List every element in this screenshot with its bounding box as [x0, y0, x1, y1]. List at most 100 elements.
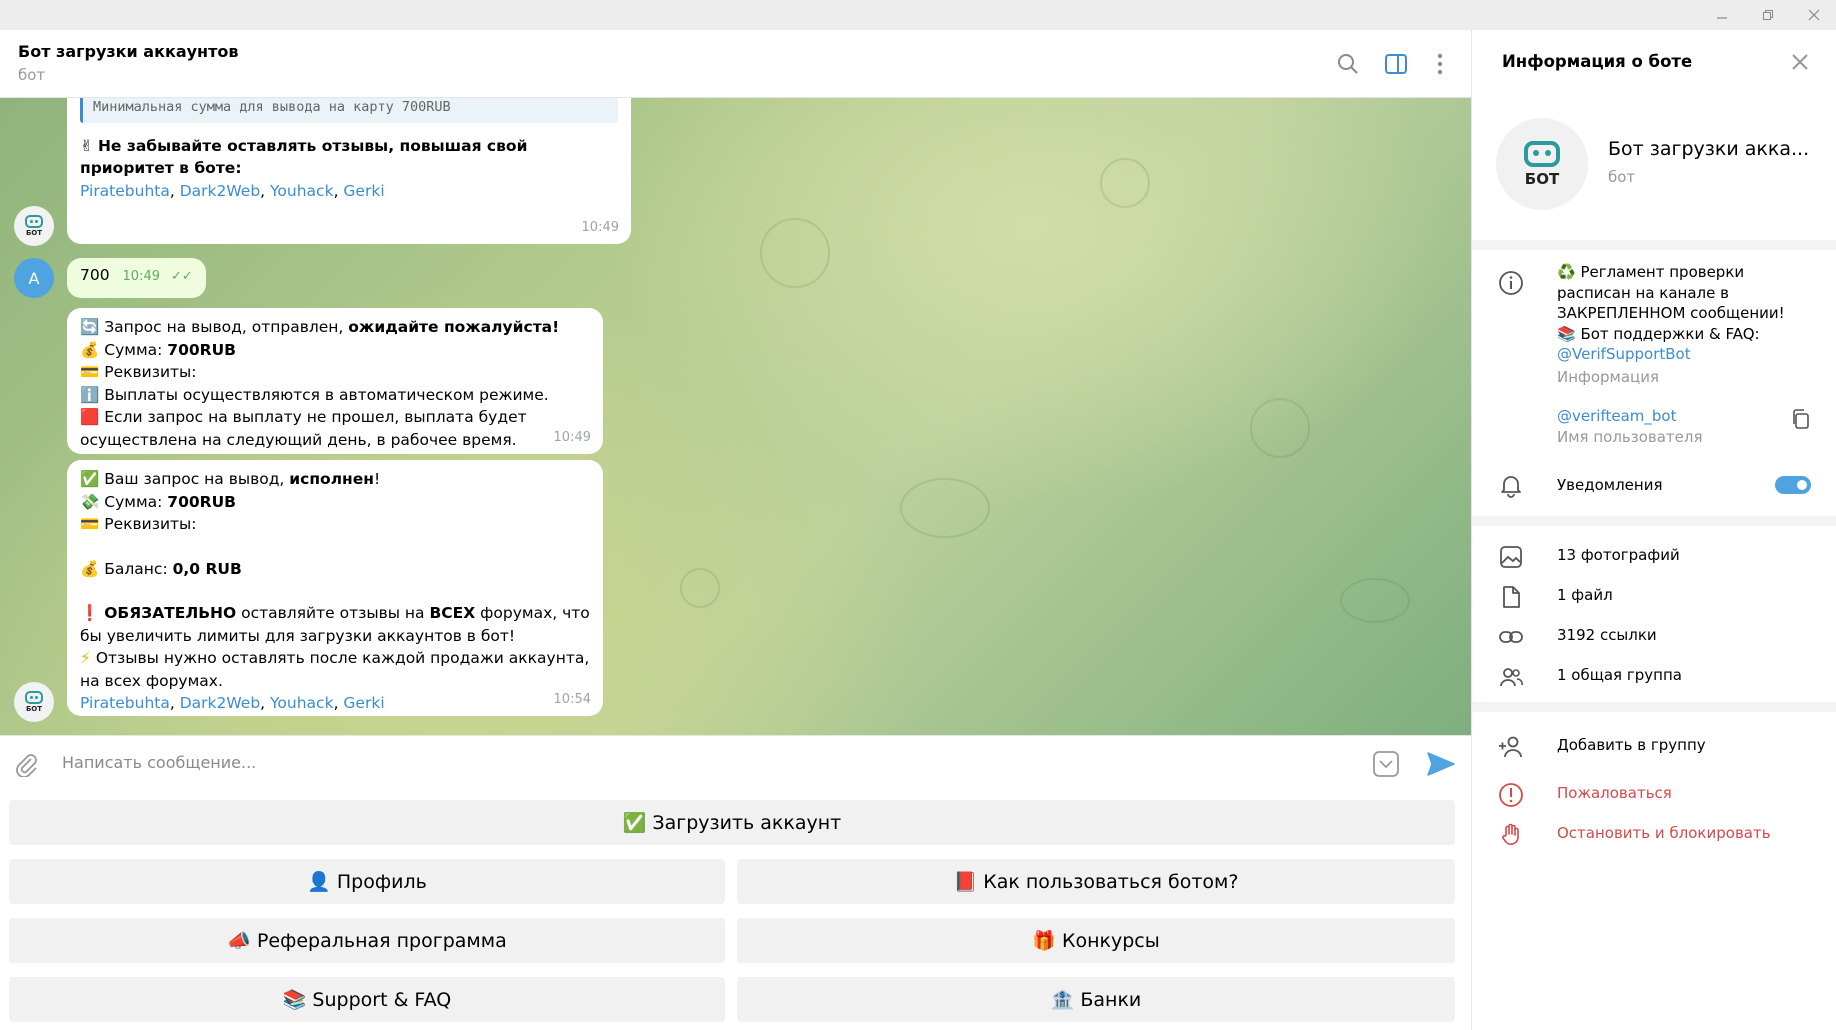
check-mark-icon: ✅: [80, 470, 100, 488]
outgoing-message-bubble[interactable]: 700 10:49 ✓✓: [67, 258, 206, 298]
text: Сумма:: [104, 492, 163, 511]
link-youhack[interactable]: Youhack: [270, 182, 334, 200]
background-doodle: [900, 478, 990, 538]
message-line: ℹ️ Выплаты осуществляются в автоматическ…: [80, 384, 590, 407]
emoji: ✌: [80, 136, 93, 155]
message-line: 💰 Баланс: 0,0 RUB: [80, 558, 590, 581]
bold-text: 700RUB: [167, 340, 236, 359]
avatar-letter: A: [28, 268, 40, 288]
button-label: Реферальная программа: [256, 929, 507, 952]
message-line: ❗ ОБЯЗАТЕЛЬНО оставляйте отзывы на ВСЕХ …: [80, 602, 590, 647]
link-gerki[interactable]: Gerki: [343, 694, 384, 712]
more-menu-icon[interactable]: [1426, 50, 1454, 78]
message-line: ⚡ Отзывы нужно оставлять после каждой пр…: [80, 647, 590, 692]
link-youhack[interactable]: Youhack: [270, 694, 334, 712]
links-count[interactable]: 3192 ссылки: [1557, 625, 1657, 646]
notifications-label: Уведомления: [1557, 476, 1663, 494]
chat-area[interactable]: Минимальная сумма для вывода на карту 70…: [0, 98, 1471, 735]
background-doodle: [680, 568, 720, 608]
message-quote: Минимальная сумма для вывода на карту 70…: [80, 98, 618, 123]
notifications-toggle[interactable]: [1775, 476, 1811, 494]
link-piratebuhta[interactable]: Piratebuhta: [80, 182, 170, 200]
link-piratebuhta[interactable]: Piratebuhta: [80, 694, 170, 712]
divider: [1472, 240, 1836, 250]
report-icon: [1498, 782, 1524, 808]
bot-keyboard-icon[interactable]: [1372, 750, 1400, 782]
message-bubble[interactable]: 🔄 Запрос на вывод, отправлен, ожидайте п…: [67, 308, 603, 454]
link-dark2web[interactable]: Dark2Web: [180, 182, 260, 200]
bot-info-panel: Информация о боте БОТ Бот загрузки акка.…: [1471, 30, 1836, 1030]
bot-name: Бот загрузки акка...: [1608, 138, 1810, 160]
restore-icon: [1763, 10, 1773, 20]
avatar-label: БОТ: [25, 229, 43, 237]
message-line: 🔄 Запрос на вывод, отправлен, ожидайте п…: [80, 316, 590, 339]
restore-button[interactable]: [1746, 0, 1790, 30]
text: Отзывы нужно оставлять после каждой прод…: [80, 649, 590, 690]
contests-button[interactable]: 🎁 Конкурсы: [737, 918, 1455, 963]
bot-description: ♻️ Регламент проверки расписан на канале…: [1557, 262, 1785, 365]
groups-count[interactable]: 1 общая группа: [1557, 665, 1682, 686]
forum-links: Piratebuhta, Dark2Web, Youhack, Gerki: [80, 694, 385, 712]
user-avatar[interactable]: A: [14, 258, 54, 298]
send-icon[interactable]: [1426, 750, 1456, 782]
search-icon[interactable]: [1334, 50, 1362, 78]
bot-profile-avatar[interactable]: БОТ: [1496, 118, 1588, 210]
button-label: Как пользоваться ботом?: [983, 870, 1239, 893]
support-faq-button[interactable]: 📚 Support & FAQ: [9, 977, 725, 1022]
lightning-icon: ⚡: [80, 649, 91, 667]
how-to-use-button[interactable]: 📕 Как пользоваться ботом?: [737, 859, 1455, 904]
message-bubble[interactable]: ✅ Ваш запрос на вывод, исполнен! 💸 Сумма…: [67, 460, 603, 716]
close-panel-icon[interactable]: [1786, 48, 1814, 76]
referral-button[interactable]: 📣 Реферальная программа: [9, 918, 725, 963]
bold-text: исполнен: [289, 470, 374, 488]
report-button[interactable]: Пожаловаться: [1557, 783, 1672, 804]
copy-icon[interactable]: [1790, 408, 1812, 434]
avatar-label: БОТ: [25, 705, 43, 713]
upload-account-button[interactable]: ✅ Загрузить аккаунт: [9, 800, 1455, 845]
sidebar-toggle-icon[interactable]: [1382, 50, 1410, 78]
photos-count[interactable]: 13 фотографий: [1557, 545, 1680, 566]
bold-text: 0,0 RUB: [172, 559, 242, 578]
text: Выплаты осуществляются в автоматическом …: [104, 385, 549, 404]
link-icon: [1498, 624, 1524, 650]
bot-keyboard: ✅ Загрузить аккаунт 👤 Профиль 📕 Как пользов…: [0, 791, 1471, 1030]
money-bag-icon: 💰: [80, 340, 100, 359]
window-titlebar: [0, 0, 1836, 30]
message-bubble[interactable]: Минимальная сумма для вывода на карту 70…: [67, 98, 631, 244]
close-window-button[interactable]: [1792, 0, 1836, 30]
files-count[interactable]: 1 файл: [1557, 585, 1613, 606]
bot-avatar[interactable]: БОТ: [14, 682, 54, 722]
text: оставляйте отзывы на: [241, 604, 425, 622]
block-button[interactable]: Остановить и блокировать: [1557, 823, 1771, 844]
button-label: Банки: [1080, 988, 1142, 1011]
chat-header[interactable]: Бот загрузки аккаунтов бот: [0, 30, 1471, 98]
robot-icon: [25, 215, 43, 228]
background-doodle: [760, 218, 830, 288]
card-icon: 💳: [80, 515, 100, 533]
button-label: Загрузить аккаунт: [652, 811, 842, 834]
text: Баланс:: [104, 559, 168, 578]
message-input[interactable]: Написать сообщение...: [62, 753, 256, 772]
banks-button[interactable]: 🏦 Банки: [737, 977, 1455, 1022]
link-gerki[interactable]: Gerki: [343, 182, 384, 200]
refresh-icon: 🔄: [80, 318, 100, 336]
bot-avatar[interactable]: БОТ: [14, 206, 54, 246]
chat-subtitle: бот: [18, 66, 46, 84]
support-bot-link[interactable]: @VerifSupportBot: [1557, 344, 1785, 365]
message-line: 💸 Сумма: 700RUB: [80, 491, 590, 514]
add-to-group-button[interactable]: Добавить в группу: [1557, 735, 1706, 756]
username-link[interactable]: @verifteam_bot: [1557, 406, 1676, 427]
background-doodle: [1340, 578, 1410, 623]
text: Если запрос на выплату не прошел, выплат…: [80, 408, 527, 449]
minimize-button[interactable]: [1700, 0, 1744, 30]
button-label: Конкурсы: [1061, 929, 1160, 952]
text: Запрос на вывод, отправлен,: [104, 318, 344, 336]
attach-icon[interactable]: [13, 751, 39, 781]
description-line: расписан на канале в: [1557, 283, 1729, 302]
profile-button[interactable]: 👤 Профиль: [9, 859, 725, 904]
avatar-label: БОТ: [1524, 169, 1560, 188]
forum-links: Piratebuhta, Dark2Web, Youhack, Gerki: [80, 181, 385, 200]
chat-title: Бот загрузки аккаунтов: [18, 42, 239, 61]
link-dark2web[interactable]: Dark2Web: [180, 694, 260, 712]
panel-title: Информация о боте: [1502, 52, 1693, 71]
